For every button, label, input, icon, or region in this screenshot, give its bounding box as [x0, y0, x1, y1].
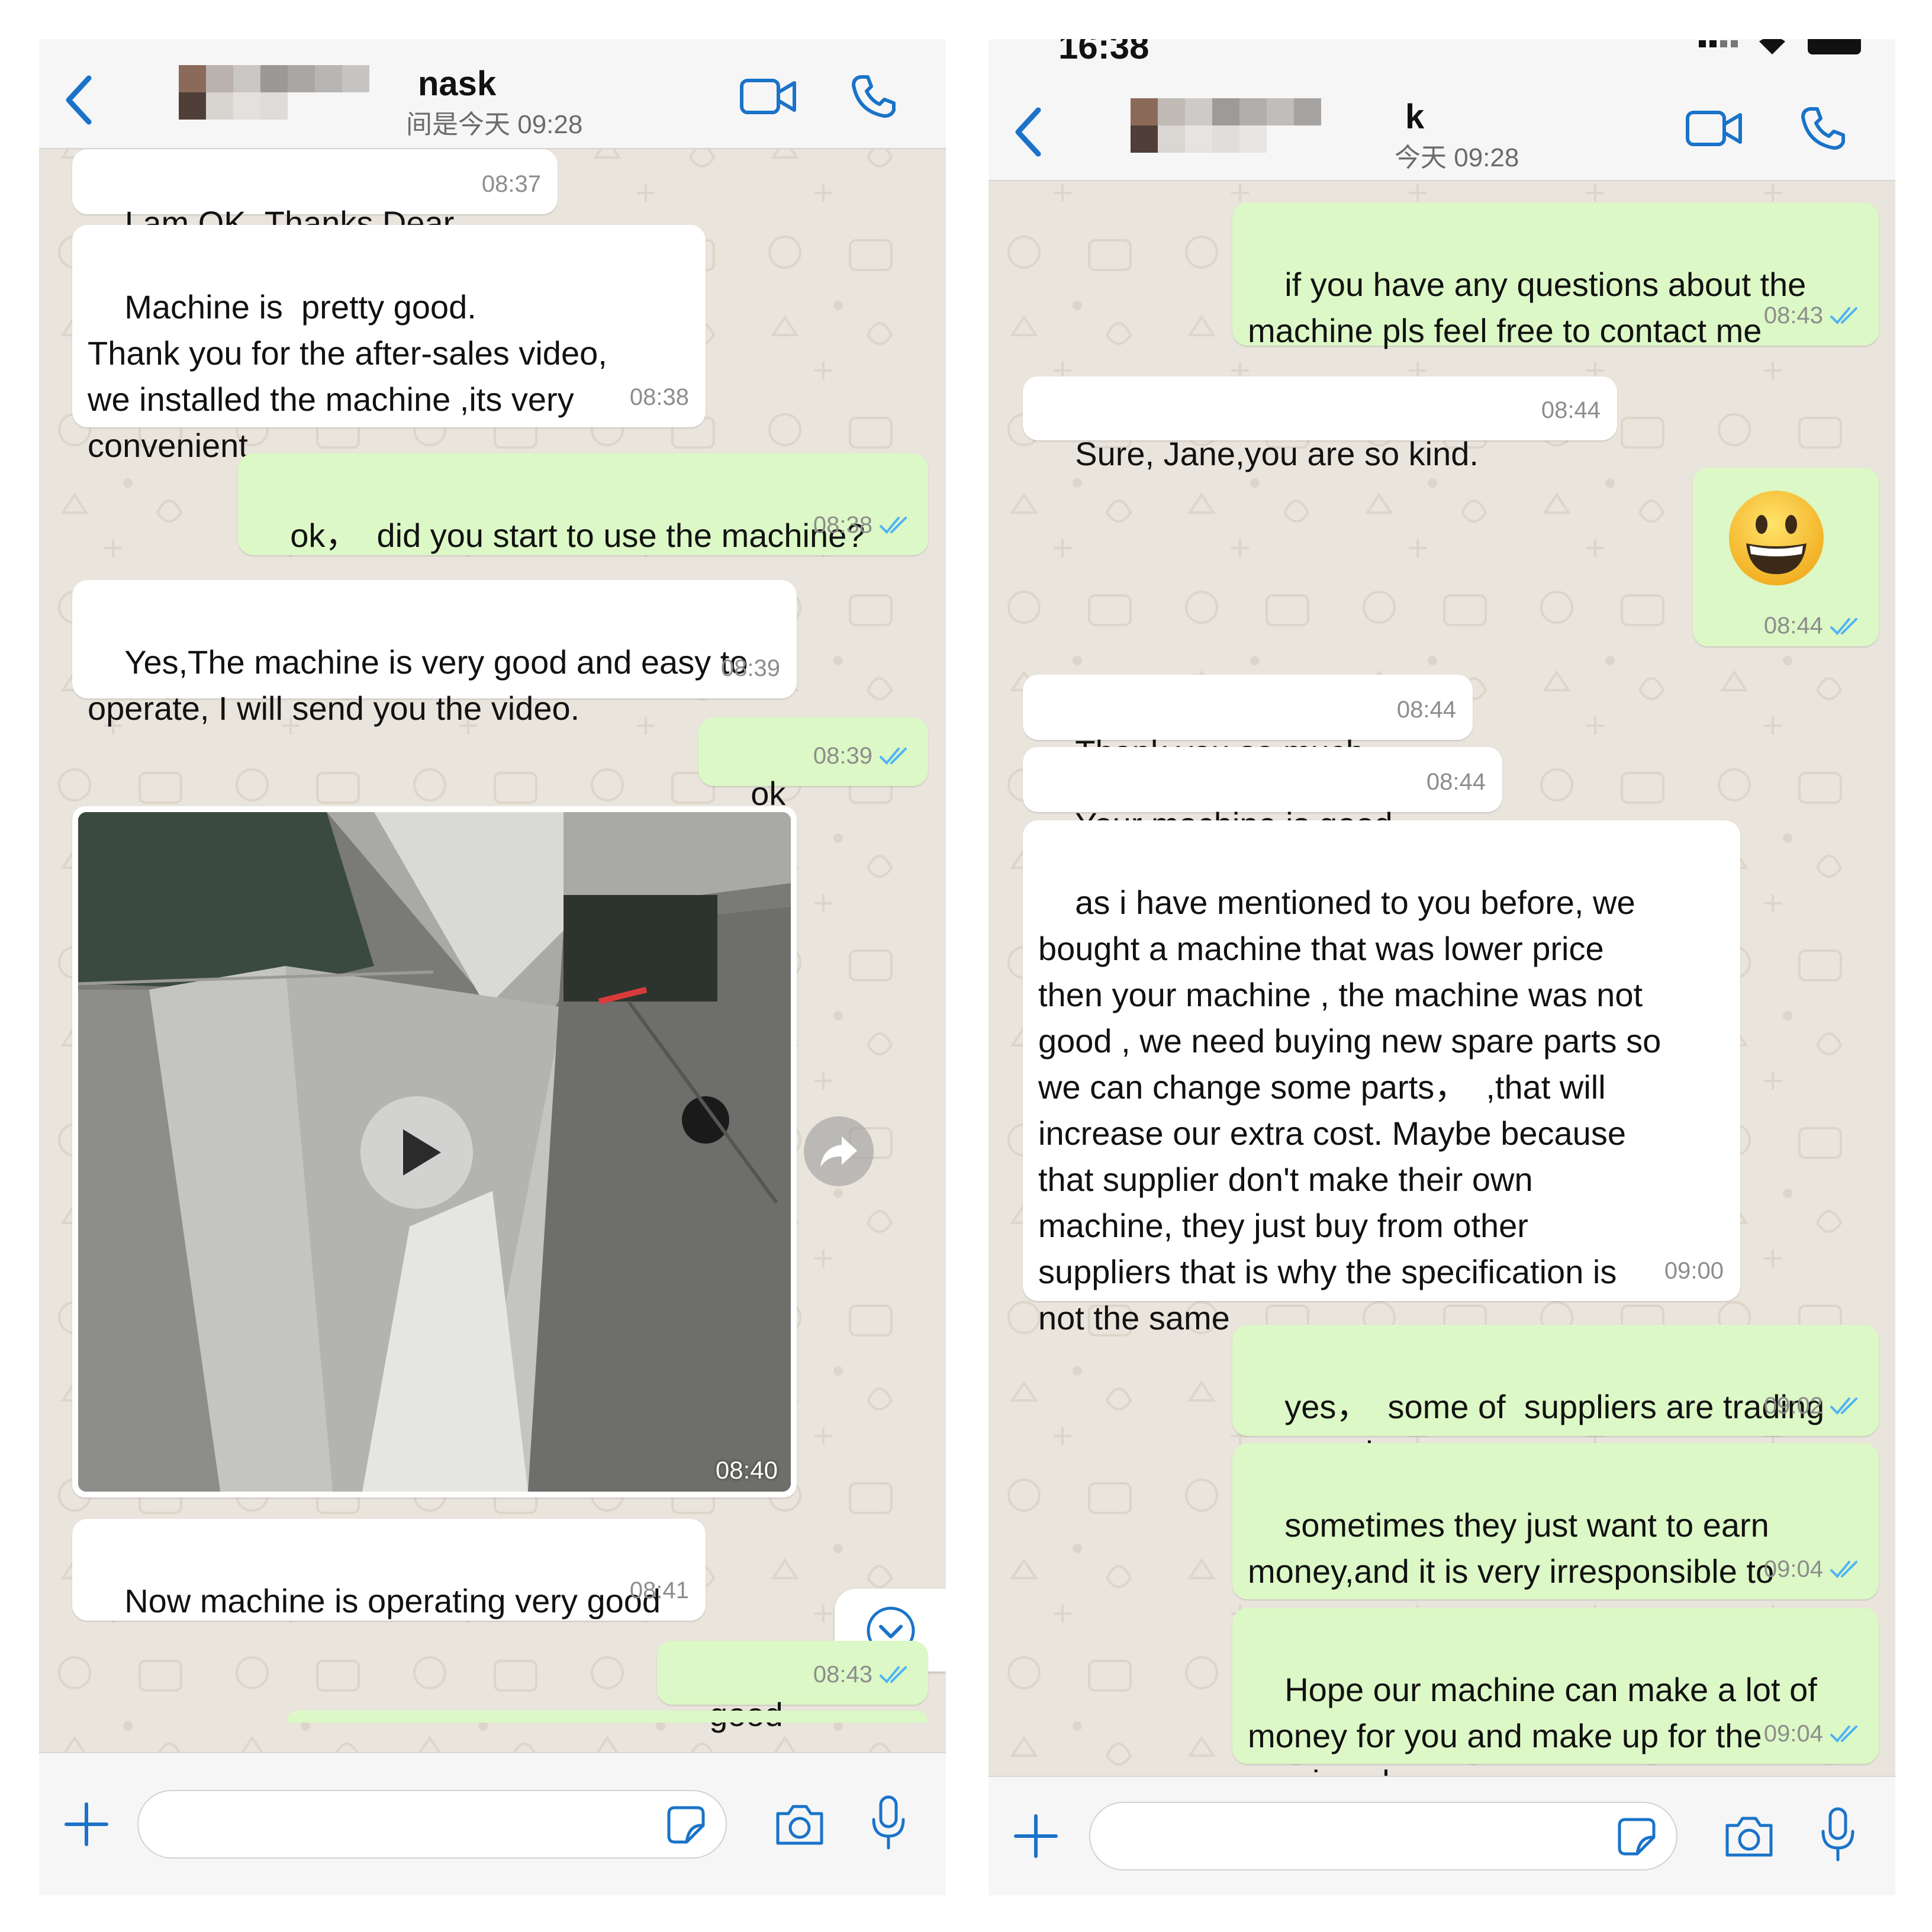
message-time: 09:04 — [1763, 1556, 1823, 1582]
blurred-avatar — [179, 65, 369, 92]
video-thumbnail: 08:40 — [78, 812, 791, 1492]
phone-icon[interactable] — [1799, 104, 1847, 152]
message-text: as i have mentioned to you before, we bo… — [1038, 884, 1661, 1337]
message-incoming[interactable]: Now machine is operating very good 08:41 — [72, 1519, 706, 1621]
status-bar-time: 16:38 — [1058, 39, 1149, 66]
message-input[interactable] — [1089, 1802, 1677, 1870]
double-check-icon — [1829, 304, 1862, 327]
blurred-avatar — [1131, 98, 1321, 125]
double-check-icon — [878, 744, 912, 768]
forward-button[interactable] — [804, 1116, 874, 1186]
message-time: 08:44 — [1541, 397, 1601, 423]
forward-icon — [820, 1136, 857, 1167]
message-text: Yes,The machine is very good and easy to… — [88, 643, 748, 727]
message-time: 09:02 — [1763, 1393, 1823, 1419]
play-icon — [403, 1129, 441, 1176]
chat-header: nask 间是今天 09:28 — [39, 39, 946, 149]
play-button[interactable] — [360, 1096, 473, 1209]
message-incoming[interactable]: Sure, Jane,you are so kind. 08:44 — [1023, 376, 1617, 472]
message-time: 08:41 — [629, 1577, 689, 1603]
input-bar — [39, 1752, 946, 1895]
message-time: 09:00 — [1664, 1258, 1724, 1284]
message-text: Now machine is operating very good — [124, 1582, 661, 1619]
message-time: 09:04 — [1763, 1721, 1823, 1747]
video-message[interactable]: 08:40 — [72, 806, 797, 1498]
phone-icon[interactable] — [850, 72, 897, 120]
sticker-icon[interactable] — [665, 1804, 707, 1846]
microphone-icon[interactable] — [868, 1793, 909, 1853]
message-time: 08:44 — [1396, 697, 1456, 723]
message-time: 08:43 — [813, 1661, 872, 1688]
blurred-name — [179, 92, 288, 120]
double-check-icon — [1829, 1722, 1862, 1746]
message-time: 08:44 — [1426, 769, 1486, 795]
double-check-icon — [1829, 1394, 1862, 1418]
left-chat-screen: nask 间是今天 09:28 I am OK ,Thanks Dear 08:… — [39, 39, 946, 1895]
back-chevron-left-icon[interactable] — [62, 73, 97, 127]
double-check-icon — [1829, 1557, 1862, 1581]
message-time: 08:44 — [1763, 613, 1823, 639]
sticker-icon[interactable] — [1616, 1816, 1657, 1857]
back-chevron-left-icon[interactable] — [1011, 105, 1046, 159]
last-seen-status: 间是今天 09:28 — [406, 110, 583, 139]
message-outgoing[interactable]: yes， some of suppliers are trading compa… — [1232, 1325, 1879, 1471]
message-incoming[interactable]: Thank you so much 08:44 — [1023, 675, 1473, 771]
camera-icon[interactable] — [773, 1801, 826, 1848]
message-text: if you have any questions about the mach… — [1248, 266, 1807, 349]
message-time: 08:39 — [720, 655, 780, 681]
partial-message-outgoing — [288, 1711, 927, 1722]
status-bar-icons — [1699, 39, 1861, 54]
contact-name[interactable]: nask — [418, 64, 496, 104]
microphone-icon[interactable] — [1817, 1805, 1859, 1865]
double-check-icon — [878, 513, 912, 537]
message-time: 08:43 — [1763, 302, 1823, 329]
message-incoming[interactable]: I am OK ,Thanks Dear 08:37 — [72, 149, 558, 242]
message-outgoing[interactable]: good 08:43 — [657, 1641, 928, 1733]
grinning-face-emoji — [1729, 491, 1824, 585]
message-time: 08:39 — [813, 743, 872, 769]
message-time: 08:38 — [813, 512, 872, 538]
contact-name[interactable]: k — [1405, 97, 1424, 137]
emoji-message[interactable]: 08:44 — [1693, 468, 1879, 646]
message-text: Machine is pretty good. Thank you for th… — [88, 288, 607, 464]
right-chat-screen: 16:38 k 今天 09:28 if you have any questio… — [988, 39, 1895, 1895]
chat-header: 16:38 k 今天 09:28 — [988, 39, 1895, 181]
message-outgoing[interactable]: sometimes they just want to earn money,a… — [1232, 1443, 1879, 1636]
video-camera-icon[interactable] — [739, 76, 798, 117]
message-text: Sure, Jane,you are so kind. — [1075, 435, 1479, 472]
message-outgoing[interactable]: Hope our machine can make a lot of money… — [1232, 1608, 1879, 1801]
video-camera-icon[interactable] — [1685, 108, 1744, 149]
video-time: 08:40 — [715, 1456, 778, 1484]
double-check-icon — [878, 1663, 912, 1686]
message-incoming[interactable]: Yes,The machine is very good and easy to… — [72, 580, 797, 727]
double-check-icon — [1829, 614, 1862, 638]
message-outgoing[interactable]: ok， did you start to use the machine? 08… — [238, 453, 928, 555]
message-input[interactable] — [137, 1790, 727, 1859]
plus-icon[interactable] — [63, 1801, 110, 1848]
camera-icon[interactable] — [1722, 1812, 1776, 1860]
message-outgoing[interactable]: ok 08:39 — [698, 717, 928, 812]
message-incoming[interactable]: Your machine is good 08:44 — [1023, 747, 1502, 843]
last-seen-status: 今天 09:28 — [1395, 143, 1519, 172]
blurred-name — [1131, 125, 1267, 153]
input-bar — [988, 1776, 1895, 1895]
message-incoming[interactable]: Machine is pretty good. Thank you for th… — [72, 225, 706, 464]
plus-icon[interactable] — [1012, 1812, 1060, 1860]
message-outgoing[interactable]: if you have any questions about the mach… — [1232, 202, 1879, 349]
message-incoming[interactable]: as i have mentioned to you before, we bo… — [1023, 820, 1740, 1337]
message-time: 08:38 — [629, 384, 689, 410]
message-time: 08:37 — [481, 171, 541, 197]
message-text: ok， did you start to use the machine? — [290, 517, 865, 554]
